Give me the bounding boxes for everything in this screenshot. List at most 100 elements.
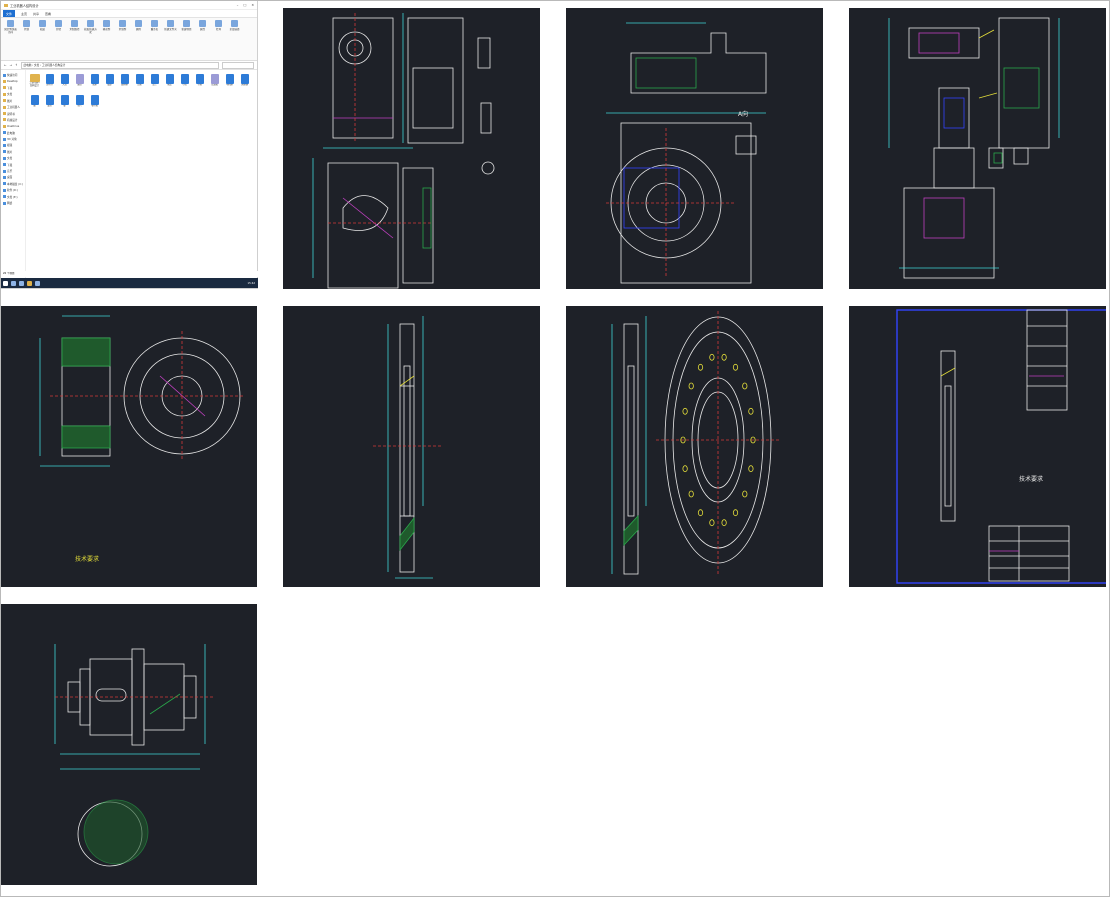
address-bar[interactable]: 此电脑 › 文档 › 工业机器人结构设计 bbox=[20, 61, 219, 69]
file-name: 腰部 bbox=[107, 83, 112, 86]
file-item[interactable]: 说明书 bbox=[43, 74, 56, 94]
ribbon-button[interactable]: 剪切 bbox=[52, 20, 65, 58]
housing-drawing bbox=[312, 13, 495, 289]
folder-icon bbox=[3, 112, 6, 116]
forward-arrow-icon[interactable]: → bbox=[10, 63, 13, 67]
tab-home[interactable]: 主页 bbox=[21, 12, 27, 16]
cad-thumbnail-assembly[interactable] bbox=[849, 8, 1106, 289]
folder-icon bbox=[4, 3, 8, 7]
document-file-icon bbox=[105, 74, 114, 84]
nav-item-label: 音乐 bbox=[7, 170, 13, 174]
cad-thumbnail-titled-sheet[interactable]: 技术要求 bbox=[849, 306, 1106, 587]
gear-drawing: 技术要求 bbox=[39, 315, 245, 563]
ribbon-button[interactable]: 属性 bbox=[196, 20, 209, 58]
close-icon[interactable]: × bbox=[251, 3, 254, 7]
tab-share[interactable]: 共享 bbox=[33, 12, 39, 16]
search-input[interactable] bbox=[222, 61, 254, 69]
flange-drawing: A向 bbox=[606, 22, 767, 284]
taskbar-app-icon[interactable] bbox=[27, 280, 32, 286]
file-item[interactable]: 套筒 bbox=[43, 95, 56, 115]
file-name: 轴 bbox=[33, 104, 36, 107]
file-grid: 工业机器人结构设计 说明书 大臂 图纸 底座 腰部 轴承座 齿轮 法兰 端盖 小臂 手腕 总装图 电机座 减… bbox=[26, 70, 257, 278]
ribbon-action-icon bbox=[183, 20, 190, 27]
ribbon-button[interactable]: 删除 bbox=[132, 20, 145, 58]
nav-item-label: 网络 bbox=[7, 202, 13, 205]
file-item[interactable]: 图纸 bbox=[73, 74, 86, 94]
nav-item[interactable]: 网络 bbox=[1, 200, 25, 206]
nav-item-label: 下载 bbox=[7, 86, 13, 90]
file-item[interactable]: 大臂 bbox=[58, 74, 71, 94]
ribbon-button[interactable]: 粘贴快捷方式 bbox=[84, 20, 97, 58]
bolt-hole bbox=[682, 407, 688, 415]
ribbon-action-icon bbox=[199, 20, 206, 27]
folder-icon bbox=[3, 169, 6, 173]
ribbon-button[interactable]: 复制到 bbox=[116, 20, 129, 58]
folder-icon bbox=[29, 74, 40, 82]
folder-icon bbox=[3, 163, 6, 167]
taskbar-app-icon[interactable] bbox=[19, 280, 24, 286]
file-item[interactable]: 腰部 bbox=[103, 74, 116, 94]
document-file-icon bbox=[180, 74, 189, 84]
ribbon-button[interactable]: 全部选择 bbox=[228, 20, 241, 58]
tab-file[interactable]: 文件 bbox=[3, 10, 16, 17]
cad-thumbnail-shaft-section[interactable] bbox=[283, 306, 540, 587]
bolt-hole bbox=[732, 509, 739, 517]
file-item[interactable]: 法兰 bbox=[148, 74, 161, 94]
ribbon-action-icon bbox=[119, 20, 126, 27]
file-item[interactable]: 端盖 bbox=[163, 74, 176, 94]
titled-sheet-notes-title: 技术要求 bbox=[1019, 475, 1043, 483]
file-item[interactable]: 底座 bbox=[88, 74, 101, 94]
nav-item-label: 文档 (E:) bbox=[7, 195, 18, 199]
explorer-title-bar: 工业机器人结构设计 – □ × bbox=[1, 1, 257, 10]
ribbon-button-label: 移动到 bbox=[102, 28, 111, 31]
file-item[interactable]: 小臂 bbox=[178, 74, 191, 94]
document-file-icon bbox=[150, 74, 159, 84]
folder-icon bbox=[3, 175, 6, 179]
file-item[interactable]: 电机座 bbox=[223, 74, 236, 94]
back-arrow-icon[interactable]: ← bbox=[4, 63, 7, 67]
file-item[interactable]: 键 bbox=[58, 95, 71, 115]
tab-view[interactable]: 查看 bbox=[45, 12, 51, 16]
file-item[interactable]: 齿轮 bbox=[133, 74, 146, 94]
taskbar-app-icon[interactable] bbox=[35, 280, 40, 286]
cad-thumbnail-gear[interactable]: 技术要求 bbox=[0, 306, 257, 587]
file-item[interactable]: 总装图 bbox=[208, 74, 221, 94]
ribbon-button[interactable]: 新建文件夹 bbox=[164, 20, 177, 58]
ribbon-button[interactable]: 复制 bbox=[20, 20, 33, 58]
shaft-section-drawing bbox=[373, 316, 443, 579]
cad-thumbnail-ring[interactable] bbox=[566, 306, 823, 587]
ring-drawing bbox=[611, 311, 781, 576]
file-name: 图纸 bbox=[77, 83, 82, 86]
folder-icon bbox=[3, 80, 6, 84]
file-item[interactable]: 垫片 bbox=[73, 95, 86, 115]
ribbon-button[interactable]: 打开 bbox=[212, 20, 225, 58]
cad-thumbnail-housing[interactable] bbox=[283, 8, 540, 289]
file-item[interactable]: 减速器 bbox=[238, 74, 251, 94]
ribbon-button[interactable]: 固定到快速访问 bbox=[4, 20, 17, 58]
ribbon-action-icon bbox=[135, 20, 142, 27]
ribbon-button-label: 复制到 bbox=[118, 28, 127, 31]
ribbon-button[interactable]: 复制路径 bbox=[68, 20, 81, 58]
file-explorer-thumbnail[interactable]: 工业机器人结构设计 – □ × 文件 主页 共享 查看 固定到快速访问 复制 粘贴 剪… bbox=[0, 0, 258, 289]
bolt-hole bbox=[748, 465, 754, 473]
ribbon-button[interactable]: 移动到 bbox=[100, 20, 113, 58]
ribbon: 固定到快速访问 复制 粘贴 剪切 复制路径 粘贴快捷方式 移动到 复制到 删除 重命名 新建文件夹 新… bbox=[1, 18, 257, 61]
ribbon-button[interactable]: 新建项目 bbox=[180, 20, 193, 58]
nav-item-label: 快速访问 bbox=[7, 74, 18, 78]
folder-icon bbox=[3, 143, 6, 147]
file-item[interactable]: 手腕 bbox=[193, 74, 206, 94]
file-item[interactable]: 零件图 bbox=[88, 95, 101, 115]
taskbar-app-icon[interactable] bbox=[11, 280, 16, 286]
ribbon-button[interactable]: 粘贴 bbox=[36, 20, 49, 58]
file-item[interactable]: 工业机器人结构设计 bbox=[28, 74, 41, 94]
up-arrow-icon[interactable]: ↑ bbox=[15, 63, 18, 67]
file-item[interactable]: 轴承座 bbox=[118, 74, 131, 94]
bolt-hole bbox=[748, 407, 754, 415]
cad-thumbnail-stepped-shaft[interactable] bbox=[0, 604, 257, 885]
maximize-icon[interactable]: □ bbox=[243, 3, 246, 7]
start-icon[interactable] bbox=[3, 280, 8, 286]
ribbon-button[interactable]: 重命名 bbox=[148, 20, 161, 58]
file-item[interactable]: 轴 bbox=[28, 95, 41, 115]
cad-thumbnail-flange[interactable]: A向 bbox=[566, 8, 823, 289]
minimize-icon[interactable]: – bbox=[237, 3, 239, 7]
